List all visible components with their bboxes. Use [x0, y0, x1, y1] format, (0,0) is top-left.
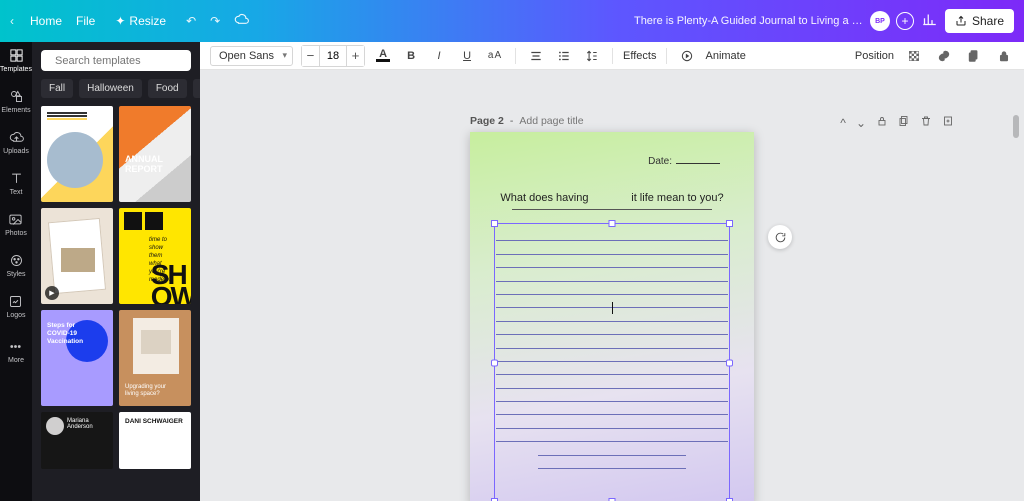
link-icon[interactable]	[934, 46, 954, 66]
top-gradient-bar: ‹ Home File ✦Resize ↶ ↷ There is Plenty-…	[0, 0, 1024, 42]
prompt-underline	[512, 209, 712, 210]
lock-page-icon[interactable]	[876, 115, 888, 130]
page-number-label: Page 2	[470, 115, 504, 127]
add-collaborator-button[interactable]: +	[896, 12, 914, 30]
animate-button[interactable]: Animate	[705, 50, 745, 62]
delete-page-icon[interactable]	[920, 115, 932, 130]
page-up-icon[interactable]: ^	[840, 116, 846, 130]
brand-avatar[interactable]: BP	[870, 11, 890, 31]
font-size-stepper[interactable]: − +	[301, 45, 365, 67]
template-thumb[interactable]: Mariana Anderson	[41, 412, 113, 469]
home-link[interactable]: Home	[30, 14, 62, 28]
templates-panel: Fall Halloween Food School Bir › ANNUAL …	[32, 42, 200, 501]
undo-icon[interactable]: ↶	[186, 14, 196, 28]
share-button[interactable]: Share	[945, 9, 1014, 33]
date-field: Date:	[648, 156, 720, 167]
left-rail: Templates Elements Uploads Text Photos S…	[0, 42, 32, 501]
animate-icon	[677, 46, 697, 66]
align-icon[interactable]	[526, 46, 546, 66]
rail-styles[interactable]: Styles	[6, 253, 25, 278]
font-family-select[interactable]: Open Sans	[210, 46, 293, 66]
search-input[interactable]	[55, 55, 197, 67]
page-header: Page 2 -	[470, 115, 629, 127]
template-grid: ANNUAL REPORT ▶ time to show them what y…	[32, 106, 200, 501]
font-size-input[interactable]	[320, 50, 346, 62]
canvas-page[interactable]: Date: What does having it life mean to y…	[470, 132, 754, 501]
resize-handle[interactable]	[726, 220, 733, 227]
case-icon[interactable]: aA	[485, 46, 505, 66]
italic-icon[interactable]: I	[429, 46, 449, 66]
template-thumb[interactable]: ANNUAL REPORT	[119, 106, 191, 202]
template-thumb[interactable]: ▶	[41, 208, 113, 304]
chip-food[interactable]: Food	[148, 79, 187, 98]
rail-templates[interactable]: Templates	[0, 48, 32, 73]
resize-handle[interactable]	[726, 359, 733, 366]
resize-menu[interactable]: ✦Resize	[109, 12, 172, 30]
template-search[interactable]	[41, 50, 191, 71]
rail-logos[interactable]: Logos	[6, 294, 25, 319]
page-down-icon[interactable]: ⌄	[856, 116, 866, 130]
rail-more[interactable]: More	[8, 339, 24, 364]
chip-halloween[interactable]: Halloween	[79, 79, 142, 98]
duplicate-page-icon[interactable]	[898, 115, 910, 130]
page-controls: ^ ⌄	[840, 115, 954, 130]
copy-style-icon[interactable]	[964, 46, 984, 66]
rail-photos[interactable]: Photos	[5, 212, 27, 237]
rail-text[interactable]: Text	[9, 171, 24, 196]
cloud-sync-icon[interactable]	[234, 12, 249, 30]
template-thumb[interactable]: time to show them what you're made ofSH …	[119, 208, 191, 304]
back-chevron-icon[interactable]: ‹	[10, 14, 14, 28]
effects-button[interactable]: Effects	[623, 50, 656, 62]
selection-box[interactable]	[494, 223, 730, 501]
journal-prompt: What does having it life mean to you?	[470, 192, 754, 204]
scrollbar[interactable]	[1013, 115, 1019, 138]
font-size-decr[interactable]: −	[302, 46, 320, 66]
canvas-stage[interactable]: Page 2 - ^ ⌄ ⋯ Date: What does having it…	[200, 70, 1024, 501]
document-title[interactable]: There is Plenty-A Guided Journal to Livi…	[634, 15, 864, 27]
bold-icon[interactable]: B	[401, 46, 421, 66]
chip-fall[interactable]: Fall	[41, 79, 73, 98]
page-sep: -	[510, 115, 514, 127]
template-thumb[interactable]: DANI SCHWAIGER	[119, 412, 191, 469]
template-thumb[interactable]: Steps for COVID-19 Vaccination	[41, 310, 113, 406]
spacing-icon[interactable]	[582, 46, 602, 66]
rail-elements[interactable]: Elements	[1, 89, 30, 114]
lock-icon[interactable]	[994, 46, 1014, 66]
list-icon[interactable]	[554, 46, 574, 66]
insights-icon[interactable]	[922, 12, 937, 30]
template-thumb[interactable]: Upgrading your living space?	[119, 310, 191, 406]
template-thumb[interactable]	[41, 106, 113, 202]
rail-uploads[interactable]: Uploads	[3, 130, 29, 155]
position-button[interactable]: Position	[855, 50, 894, 62]
resize-handle[interactable]	[491, 359, 498, 366]
rotate-button[interactable]	[768, 225, 792, 249]
page-title-input[interactable]	[519, 115, 629, 127]
template-chip-row: Fall Halloween Food School Bir ›	[32, 75, 200, 106]
font-size-incr[interactable]: +	[346, 46, 364, 66]
text-cursor	[612, 302, 613, 314]
resize-handle[interactable]	[491, 220, 498, 227]
transparency-icon[interactable]	[904, 46, 924, 66]
add-page-icon[interactable]	[942, 115, 954, 130]
redo-icon[interactable]: ↷	[210, 14, 220, 28]
video-badge-icon: ▶	[45, 286, 59, 300]
text-color-icon[interactable]: A	[373, 46, 393, 66]
file-menu[interactable]: File	[76, 14, 95, 28]
text-toolbar: Open Sans − + A B I U aA Effects Animate…	[200, 42, 1024, 70]
resize-handle[interactable]	[609, 220, 616, 227]
underline-icon[interactable]: U	[457, 46, 477, 66]
